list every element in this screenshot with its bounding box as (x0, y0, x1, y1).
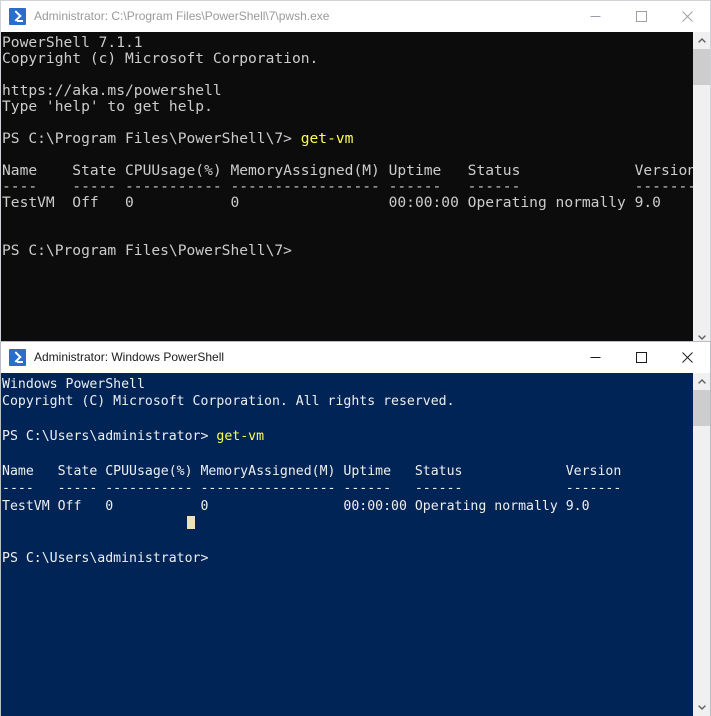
scroll-up-icon[interactable] (693, 32, 710, 49)
powershell-icon (9, 349, 26, 366)
scrollbar-pwsh7[interactable] (693, 32, 710, 346)
window-title-pwsh7: Administrator: C:\Program Files\PowerShe… (34, 9, 330, 23)
maximize-button[interactable] (618, 342, 664, 373)
close-button[interactable] (664, 1, 710, 32)
console-table-wps: Name State CPUUsage(%) MemoryAssigned(M)… (2, 464, 622, 567)
maximize-button[interactable] (618, 1, 664, 32)
minimize-button[interactable] (572, 1, 618, 32)
console-pwsh7[interactable]: PowerShell 7.1.1 Copyright (c) Microsoft… (1, 32, 710, 348)
window-title-wps: Administrator: Windows PowerShell (34, 350, 225, 364)
console-output-pwsh7: PowerShell 7.1.1 Copyright (c) Microsoft… (1, 32, 696, 259)
console-output-wps: Windows PowerShell Copyright (C) Microso… (1, 373, 621, 567)
console-wps[interactable]: Windows PowerShell Copyright (C) Microso… (1, 373, 710, 716)
console-banner-pwsh7: PowerShell 7.1.1 Copyright (c) Microsoft… (2, 34, 319, 147)
window-controls-wps (572, 342, 710, 373)
window-controls-pwsh7 (572, 1, 710, 32)
console-table-pwsh7: Name State CPUUsage(%) MemoryAssigned(M)… (2, 162, 697, 259)
scroll-up-icon[interactable] (693, 373, 710, 390)
close-button[interactable] (664, 342, 710, 373)
text-cursor (187, 516, 195, 529)
powershell-icon (9, 8, 26, 25)
minimize-button[interactable] (572, 342, 618, 373)
scroll-down-icon[interactable] (693, 699, 710, 716)
window-pwsh7[interactable]: Administrator: C:\Program Files\PowerShe… (0, 0, 711, 348)
window-windows-powershell[interactable]: Administrator: Windows PowerShell Window… (0, 341, 711, 716)
console-command-pwsh7: get-vm (300, 130, 354, 147)
scrollbar-wps[interactable] (693, 373, 710, 716)
scrollbar-thumb-wps[interactable] (693, 390, 710, 426)
console-command-wps: get-vm (216, 429, 265, 445)
titlebar-pwsh7[interactable]: Administrator: C:\Program Files\PowerShe… (1, 1, 710, 32)
scrollbar-thumb-pwsh7[interactable] (693, 49, 710, 85)
titlebar-wps[interactable]: Administrator: Windows PowerShell (1, 342, 710, 373)
